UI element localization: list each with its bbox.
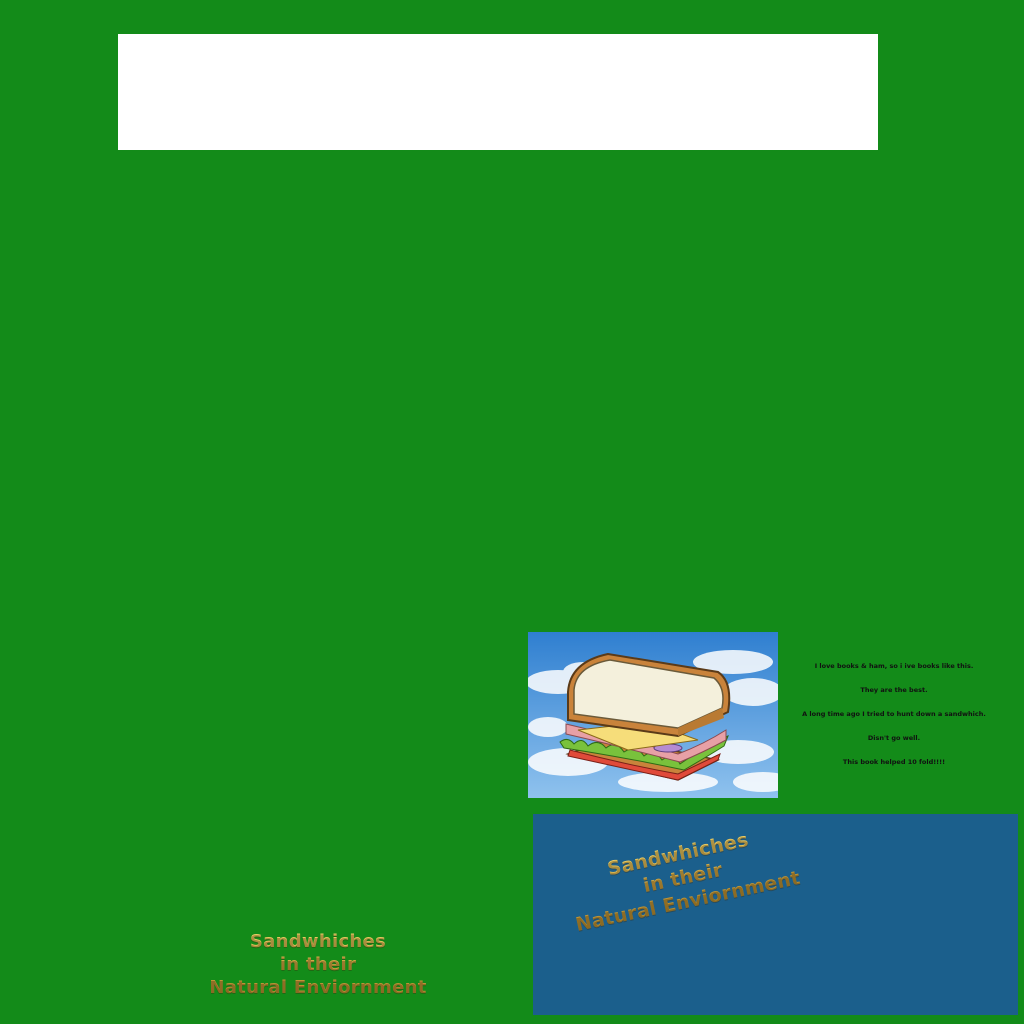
sandwich-photo bbox=[528, 632, 778, 798]
review-line: I love books & ham, so i ive books like … bbox=[814, 662, 974, 670]
header-banner bbox=[118, 34, 878, 150]
book-cover-title: Sandwhiches in their Natural Enviornment bbox=[558, 818, 808, 938]
title-line: Sandwhiches bbox=[249, 931, 387, 952]
title-line: in their bbox=[279, 954, 357, 975]
review-line: They are the best. bbox=[860, 686, 928, 694]
review-line: Disn't go well. bbox=[867, 734, 921, 742]
review-text: I love books & ham, so i ive books like … bbox=[793, 654, 995, 774]
book-cover-panel: Sandwhiches in their Natural Enviornment bbox=[533, 814, 1018, 1015]
title-line: Natural Enviornment bbox=[209, 977, 427, 998]
review-line: This book helped 10 fold!!!! bbox=[842, 758, 946, 766]
book-title: Sandwhiches in their Natural Enviornment bbox=[200, 930, 436, 999]
review-line: A long time ago I tried to hunt down a s… bbox=[802, 710, 986, 718]
sandwich-icon bbox=[528, 632, 778, 798]
